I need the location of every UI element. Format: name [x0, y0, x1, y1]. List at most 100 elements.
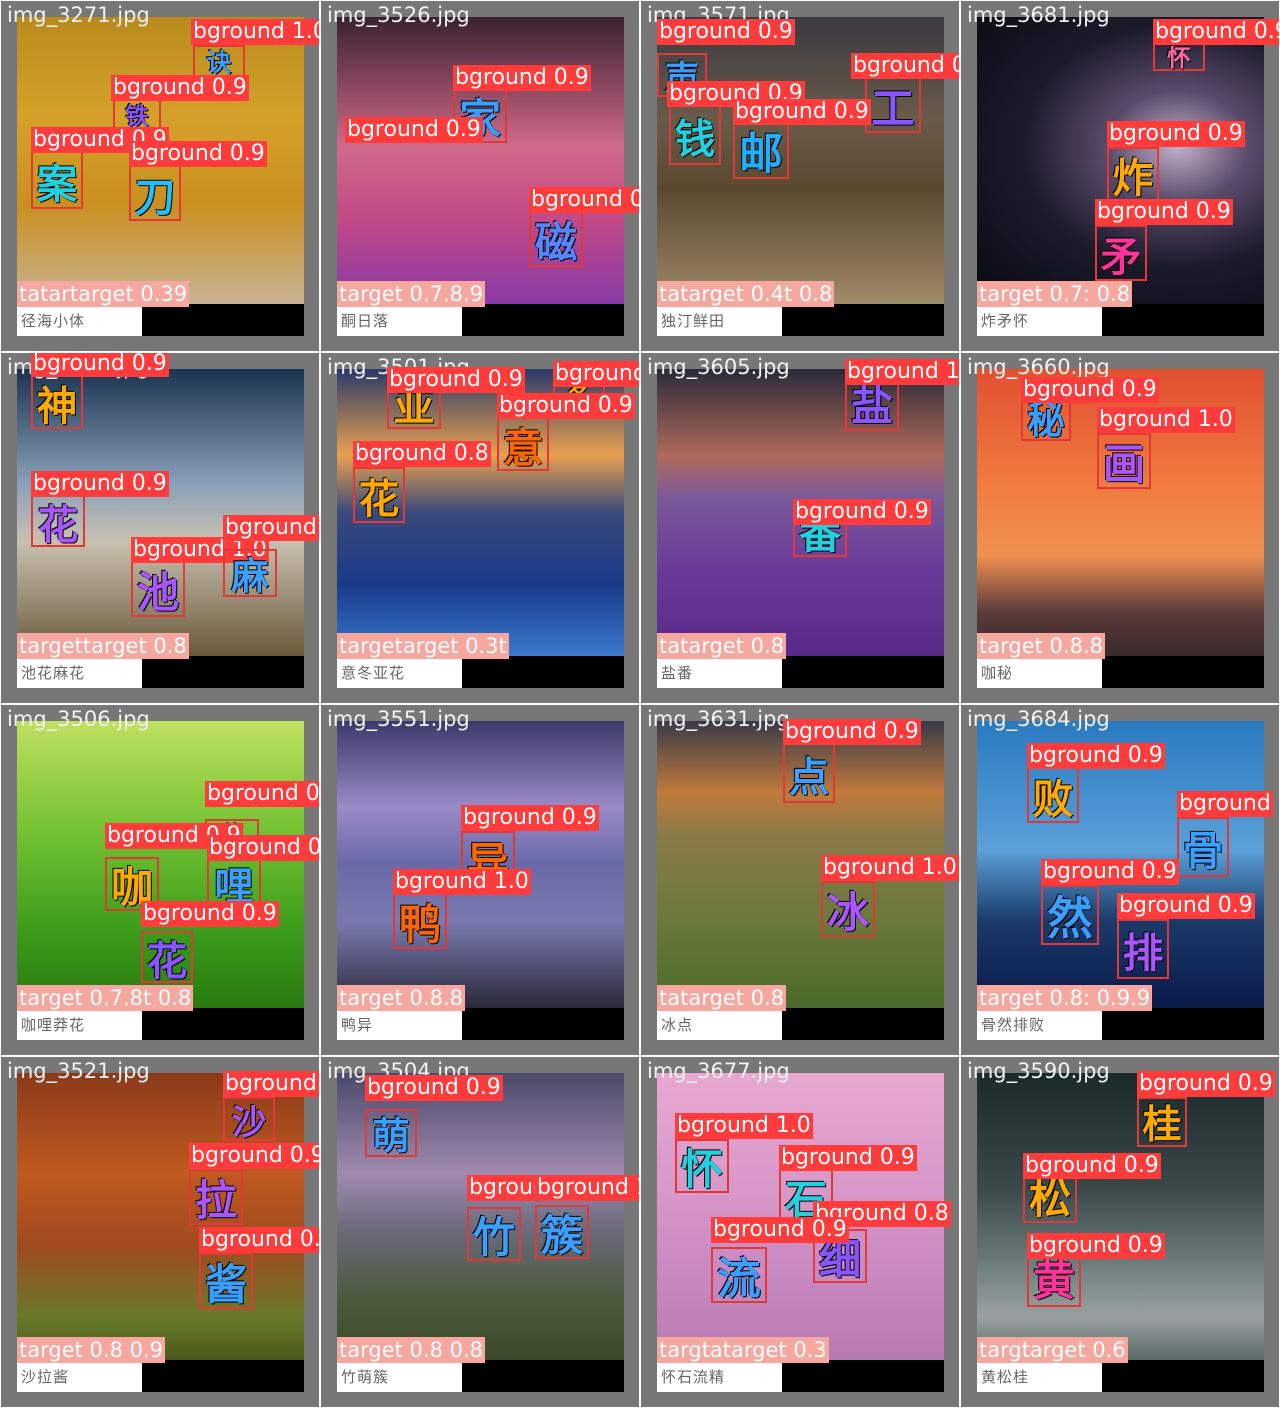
detection-label: bground 0.9: [779, 1145, 917, 1171]
mosaic-tile: 骨然排败 target 0.8: 0.9.9 img_3684.jpg 败 bgroun…: [961, 705, 1279, 1055]
detected-glyph: 鸭: [398, 899, 442, 949]
detection-box: 竹: [467, 1207, 521, 1262]
detection-box: 钱: [669, 105, 721, 165]
detection-box: 萌: [365, 1109, 417, 1158]
mosaic-tile: 冰点 tatarget 0.8 img_3631.jpg 点 bground 0.9 冰 b…: [641, 705, 959, 1055]
tile-filename: img_3660.jpg: [967, 355, 1110, 379]
detection-label: bground 0.9: [387, 367, 525, 393]
detection-box: 花: [141, 931, 193, 985]
target-glyphs: 竹萌簇: [341, 1368, 390, 1386]
mosaic-tile: 盐番tatarget 0.8img_3605.jpg盐bground 1.0番b…: [641, 353, 959, 703]
detection-box: 花: [31, 495, 85, 549]
mosaic-tile: 池花麻花targettarget 0.8img_3603.jpg神bground…: [1, 353, 319, 703]
detection-label: bground 1.0: [675, 1113, 813, 1139]
detection-box: 铁: [113, 99, 161, 130]
mosaic-tile: 酮日落target 0.7.8.9img_3526.jpg家bground 0.…: [321, 1, 639, 351]
target-label: tatartarget 0.39: [17, 281, 190, 307]
detection-box: 怀: [675, 1139, 729, 1194]
detection-box: 画: [1097, 433, 1151, 489]
detection-label: bground: [1177, 791, 1273, 817]
detection-label: bground 0.9: [1027, 1233, 1165, 1259]
detection-label: bground 0.9: [553, 361, 639, 387]
detection-label: bground 0.9: [141, 901, 279, 927]
target-glyphs: 炸矛怀: [981, 312, 1030, 330]
detection-box: 邮: [733, 121, 789, 180]
detected-glyph: 酱: [204, 1259, 248, 1309]
detected-glyph: 败: [1032, 774, 1074, 823]
detected-glyph: 拉: [194, 1175, 238, 1225]
detected-glyph: 邮: [739, 129, 783, 180]
detection-label: bground 1.0: [535, 1175, 639, 1201]
mosaic-tile: 径海小体 tatartarget 0.39 img_3271.jpg 诀 bground…: [1, 1, 319, 351]
target-glyphs: 骨然排败: [981, 1016, 1046, 1034]
detected-glyph: 工: [871, 84, 915, 135]
detected-glyph: 然: [1047, 891, 1093, 945]
detection-label: bground 0.9: [783, 719, 921, 745]
target-glyphs: 沙拉酱: [21, 1368, 70, 1386]
detection-box: 拉: [189, 1169, 243, 1225]
target-glyphs: 径海小体: [21, 312, 86, 330]
detected-glyph: 流: [717, 1254, 761, 1305]
detection-box: 骨: [1177, 817, 1229, 877]
target-label: target 0.8: 0.9.9: [977, 985, 1153, 1011]
detection-label: bground 0.9: [199, 1227, 319, 1253]
detection-label: bground 0.9: [1021, 377, 1159, 403]
tile-filename: img_3681.jpg: [967, 3, 1110, 27]
tile-filename: img_3631.jpg: [647, 707, 790, 731]
detection-label: bground 0.9: [1023, 1153, 1161, 1179]
target-glyphs: 酮日落: [341, 312, 390, 330]
detected-glyph: 簇: [540, 1210, 584, 1260]
target-glyphs: 池花麻花: [21, 664, 86, 682]
detected-glyph: 怀: [680, 1144, 724, 1194]
target-glyphs: 独汀鲜田: [661, 312, 726, 330]
detected-glyph: 花: [146, 936, 188, 985]
detection-label: bground 0.9: [657, 19, 795, 45]
target-glyphs: 鸭异: [341, 1016, 374, 1034]
detection-label: bground 0.9: [1027, 743, 1165, 769]
target-label: targettarget 0.8: [17, 633, 189, 659]
tile-filename: img_3684.jpg: [967, 707, 1110, 731]
detected-glyph: 骨: [1182, 826, 1224, 875]
target-label: targetarget 0.3t: [337, 633, 509, 659]
tile-filename: img_3605.jpg: [647, 355, 790, 379]
target-label: tatarget 0.8: [657, 985, 787, 1011]
detected-glyph: 池: [136, 567, 180, 617]
detection-label: bground 0.9: [711, 1217, 849, 1243]
detected-glyph: 点: [788, 752, 830, 801]
mosaic-tile: 鸭异 target 0.8.8 img_3551.jpg 异 bground 0.9 鸭 b…: [321, 705, 639, 1055]
detection-box: 意: [497, 417, 549, 472]
detection-label: bground 0.9: [189, 1143, 319, 1169]
target-glyphs: 咖秘: [981, 664, 1014, 682]
target-label: target 0.7: 0.8: [977, 281, 1133, 307]
mosaic-tile: 咖秘 target 0.8.8 img_3660.jpg 秘 bground 0.9 画 b…: [961, 353, 1279, 703]
detected-glyph: 磁: [534, 217, 578, 267]
detection-label: bground 0.9: [31, 353, 169, 377]
detection-label: bground 0.9: [1137, 1071, 1275, 1097]
detected-glyph: 花: [358, 474, 400, 523]
detected-glyph: 麻: [231, 554, 269, 598]
detection-label: bground 0.9: [111, 75, 249, 101]
tile-filename: img_3526.jpg: [327, 3, 470, 27]
detected-glyph: 沙: [231, 1103, 267, 1143]
detection-label: bground 0.9: [529, 187, 639, 213]
target-bar: [657, 1008, 944, 1040]
detection-label: bground 0.9: [461, 805, 599, 831]
mosaic-tile: 咖哩莽花target 0.7.8t 0.8img_3506.jpg莽bgroun…: [1, 705, 319, 1055]
mosaic-grid: 径海小体 tatartarget 0.39 img_3271.jpg 诀 bground…: [0, 0, 1280, 1408]
target-label: target 0.8.8: [977, 633, 1105, 659]
detected-glyph: 诀: [206, 48, 232, 77]
target-label: target 0.7.8.9: [337, 281, 485, 307]
detection-box: 工: [865, 77, 921, 135]
detection-label: bground 0.9: [1107, 121, 1245, 147]
detection-box: 排: [1117, 919, 1169, 979]
detection-label: bground 0.9: [223, 1071, 319, 1097]
target-glyphs: 咖哩莽花: [21, 1016, 86, 1034]
detection-label: bground 0.9: [365, 1075, 503, 1101]
tile-photo: [977, 1073, 1264, 1360]
detected-glyph: 矛: [1100, 232, 1142, 281]
detected-glyph: 神: [36, 381, 78, 430]
detection-box: 冰: [821, 881, 875, 937]
mosaic-tile: 意冬亚花targetarget 0.3timg_3501.jpg亚bground…: [321, 353, 639, 703]
target-label: target 0.8.8: [337, 985, 465, 1011]
detection-box: 鸭: [393, 893, 447, 949]
